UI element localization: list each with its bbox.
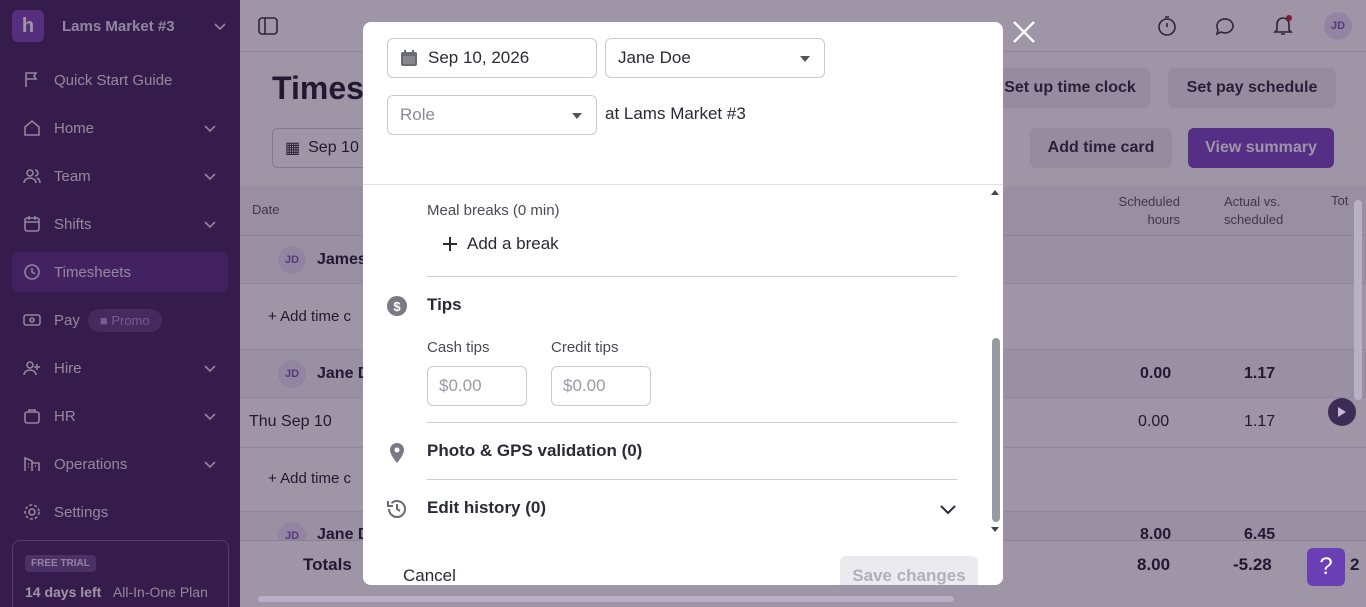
divider (427, 276, 957, 277)
date-value: Sep 10, 2026 (428, 48, 530, 67)
location-text: at Lams Market #3 (605, 104, 746, 123)
cash-tips-label: Cash tips (427, 339, 490, 356)
caret-down-icon (800, 56, 810, 62)
add-break-button[interactable]: Add a break (443, 234, 559, 254)
tips-title: Tips (427, 295, 462, 314)
scroll-down-icon[interactable] (990, 526, 1000, 534)
date-field[interactable]: Sep 10, 2026 (387, 38, 597, 78)
credit-tips-placeholder: $0.00 (563, 376, 606, 395)
add-break-label: Add a break (467, 234, 559, 253)
play-icon[interactable] (1328, 398, 1356, 426)
modal-scrollbar-thumb[interactable] (992, 338, 1000, 522)
chevron-down-icon[interactable] (939, 504, 957, 516)
credit-tips-label: Credit tips (551, 339, 619, 356)
divider (427, 479, 957, 480)
svg-text:$: $ (393, 299, 401, 314)
plus-icon (443, 237, 457, 251)
employee-value: Jane Doe (618, 48, 691, 67)
dollar-icon: $ (387, 296, 407, 316)
close-icon[interactable] (1010, 18, 1038, 46)
help-button[interactable]: ? (1307, 548, 1345, 586)
save-changes-button[interactable]: Save changes (840, 556, 978, 585)
history-icon (387, 500, 406, 518)
cancel-button[interactable]: Cancel (403, 566, 456, 585)
credit-tips-input[interactable]: $0.00 (551, 366, 651, 406)
meal-breaks-label: Meal breaks (0 min) (427, 202, 560, 219)
location-pin-icon (390, 443, 404, 463)
photo-gps-section[interactable]: Photo & GPS validation (0) (427, 441, 642, 461)
employee-select[interactable]: Jane Doe (605, 38, 825, 78)
header-divider (363, 184, 1003, 185)
caret-down-icon (572, 113, 582, 119)
cash-tips-input[interactable]: $0.00 (427, 366, 527, 406)
vertical-scrollbar[interactable] (1354, 200, 1362, 400)
cash-tips-placeholder: $0.00 (439, 376, 482, 395)
divider (427, 422, 957, 423)
role-select[interactable]: Role (387, 95, 597, 135)
edit-time-card-modal: Sep 10, 2026 Jane Doe Role at Lams Marke… (363, 22, 1003, 585)
horizontal-scrollbar[interactable] (258, 596, 954, 602)
edit-history-section[interactable]: Edit history (0) (427, 498, 546, 518)
role-placeholder: Role (400, 105, 435, 124)
calendar-icon (401, 50, 417, 66)
scroll-up-icon[interactable] (990, 188, 1000, 196)
